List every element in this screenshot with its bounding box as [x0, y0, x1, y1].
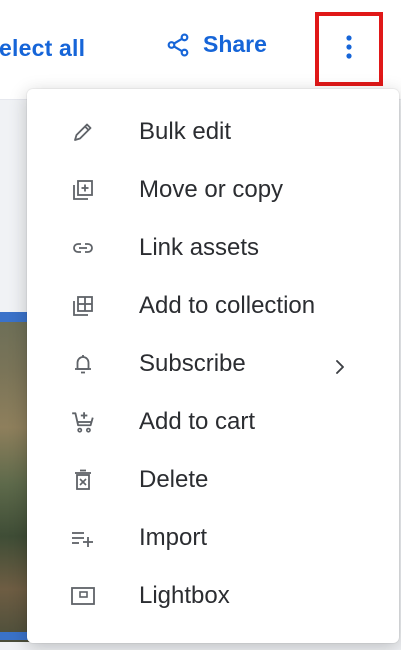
- menu-item-add-to-collection[interactable]: Add to collection: [27, 277, 399, 335]
- toolbar: elect all Share: [0, 0, 401, 100]
- lightbox-icon: [69, 582, 97, 610]
- bell-icon: [69, 350, 97, 378]
- pencil-icon: [69, 118, 97, 146]
- move-copy-icon: [69, 176, 97, 204]
- menu-item-label: Import: [139, 524, 208, 551]
- menu-item-label: Lightbox: [139, 582, 230, 609]
- menu-item-move-or-copy[interactable]: Move or copy: [27, 161, 399, 219]
- menu-item-import[interactable]: Import: [27, 509, 399, 567]
- share-label: Share: [203, 31, 267, 57]
- menu-item-add-to-cart[interactable]: Add to cart: [27, 393, 399, 451]
- menu-item-label: Delete: [139, 466, 209, 493]
- menu-item-delete[interactable]: Delete: [27, 451, 399, 509]
- share-icon: [165, 32, 191, 58]
- more-actions-button[interactable]: [315, 12, 383, 86]
- more-actions-menu: Bulk edit Move or copy Link assets Add t…: [27, 89, 399, 643]
- add-collection-icon: [69, 292, 97, 320]
- menu-item-subscribe[interactable]: Subscribe: [27, 335, 399, 393]
- menu-item-label: Add to collection: [139, 292, 316, 319]
- chevron-right-icon: [331, 355, 349, 374]
- menu-item-bulk-edit[interactable]: Bulk edit: [27, 103, 399, 161]
- share-button[interactable]: Share: [165, 31, 267, 58]
- menu-item-label: Subscribe: [139, 350, 246, 377]
- menu-item-label: Move or copy: [139, 176, 284, 203]
- menu-item-label: Link assets: [139, 234, 260, 261]
- menu-item-link-assets[interactable]: Link assets: [27, 219, 399, 277]
- menu-item-label: Bulk edit: [139, 118, 232, 145]
- cart-add-icon: [69, 408, 97, 436]
- menu-item-label: Add to cart: [139, 408, 256, 435]
- trash-icon: [69, 466, 97, 494]
- menu-item-lightbox[interactable]: Lightbox: [27, 567, 399, 625]
- select-all-button[interactable]: elect all: [0, 35, 85, 62]
- link-icon: [69, 234, 97, 262]
- page: elect all Share Bulk edit Move or copy L…: [0, 0, 401, 650]
- kebab-vertical-icon: [344, 34, 354, 65]
- import-list-icon: [69, 524, 97, 552]
